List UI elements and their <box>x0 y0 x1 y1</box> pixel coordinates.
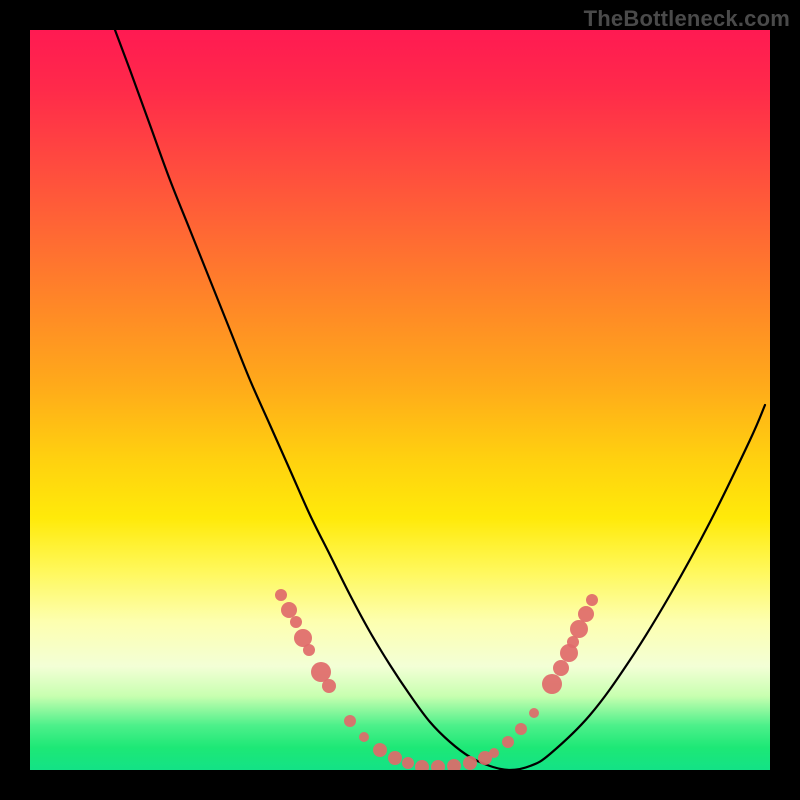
highlight-dot <box>578 606 594 622</box>
highlight-dot <box>303 644 315 656</box>
highlight-dot <box>529 708 539 718</box>
highlight-dot <box>447 759 461 770</box>
marker-layer <box>275 589 598 770</box>
curve-layer <box>115 30 765 770</box>
highlight-dot <box>290 616 302 628</box>
bottleneck-curve <box>115 30 765 770</box>
highlight-dot <box>570 620 588 638</box>
watermark-text: TheBottleneck.com <box>584 6 790 32</box>
highlight-dot <box>281 602 297 618</box>
highlight-dot <box>478 751 492 765</box>
highlight-dot <box>311 662 331 682</box>
highlight-dot <box>542 674 562 694</box>
highlight-dot <box>322 679 336 693</box>
chart-frame: TheBottleneck.com <box>0 0 800 800</box>
highlight-dot <box>560 644 578 662</box>
highlight-dot <box>275 589 287 601</box>
highlight-dot <box>567 636 579 648</box>
highlight-dot <box>415 760 429 770</box>
plot-area <box>30 30 770 770</box>
highlight-dot <box>502 736 514 748</box>
chart-svg <box>30 30 770 770</box>
highlight-dot <box>553 660 569 676</box>
highlight-dot <box>489 748 499 758</box>
highlight-dot <box>294 629 312 647</box>
highlight-dot <box>515 723 527 735</box>
highlight-dot <box>586 594 598 606</box>
highlight-dot <box>431 760 445 770</box>
highlight-dot <box>463 756 477 770</box>
highlight-dot <box>359 732 369 742</box>
highlight-dot <box>373 743 387 757</box>
highlight-dot <box>402 757 414 769</box>
highlight-dot <box>344 715 356 727</box>
highlight-dot <box>388 751 402 765</box>
